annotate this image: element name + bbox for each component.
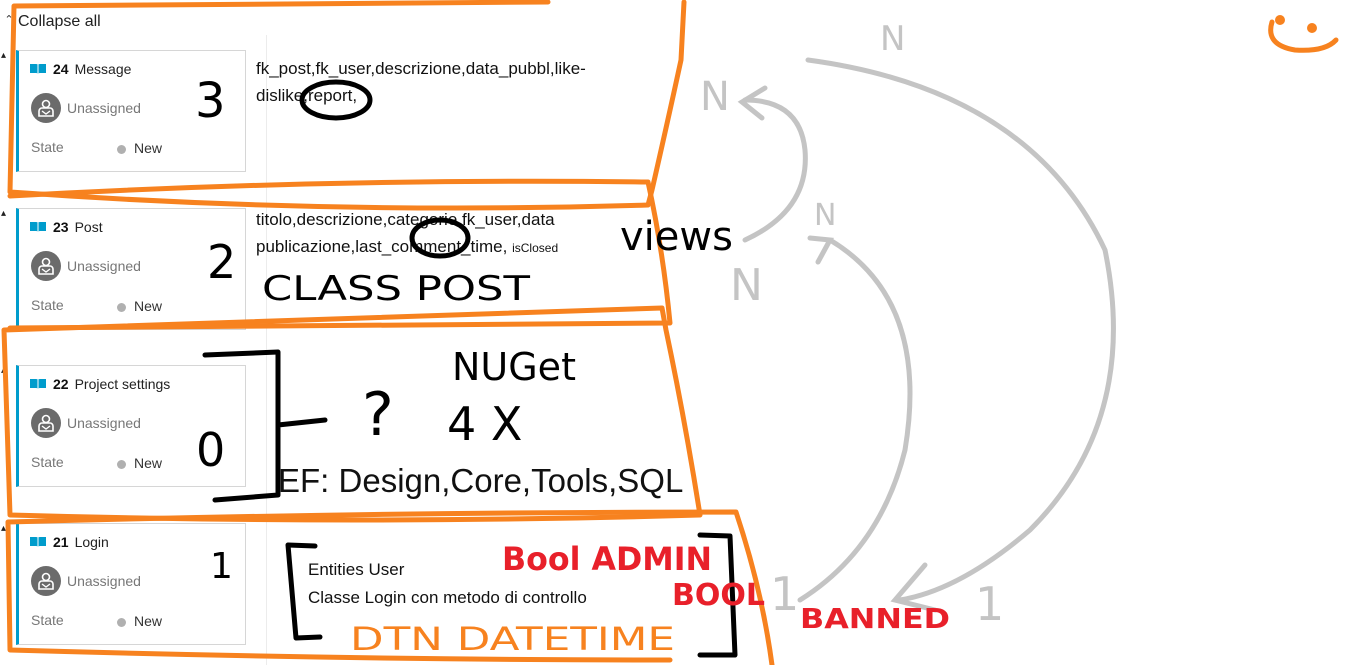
state-label: State <box>31 297 64 313</box>
card-id: 21 <box>53 534 69 550</box>
collapse-all-label: Collapse all <box>18 13 101 30</box>
gray-arrow-curve <box>797 237 913 603</box>
description-line: Entities User <box>308 560 405 579</box>
card-name: Project settings <box>74 376 171 392</box>
hand-gray-n: N <box>730 260 763 311</box>
card-title[interactable]: 24 Message <box>29 61 131 77</box>
hand-4x: 4 X <box>447 397 522 451</box>
column-divider <box>266 35 267 665</box>
state-label: State <box>31 454 64 470</box>
description-text: publicazione,last_comment_time, <box>256 237 508 256</box>
book-icon <box>30 222 46 233</box>
work-item-card[interactable]: 22 Project settings Unassigned State New <box>16 365 246 487</box>
hand-gray-n: N <box>880 19 905 59</box>
card-title[interactable]: 22 Project settings <box>29 376 170 392</box>
smiley-icon <box>1268 19 1339 53</box>
expand-caret-icon[interactable]: ▴ <box>1 523 6 534</box>
work-item-card[interactable]: 23 Post Unassigned State New <box>16 208 246 330</box>
ef-packages-text: EF: Design,Core,Tools,SQL <box>278 462 684 499</box>
state-value: New <box>134 613 163 629</box>
expand-caret-icon[interactable]: ▴ <box>1 365 6 376</box>
state-dot-icon <box>117 618 126 627</box>
hand-class-post: CLASS POST <box>262 269 530 309</box>
hand-nuget: NUGet <box>452 345 576 389</box>
collapse-caret-icon: ⌃ <box>4 13 14 26</box>
gray-arrow-head <box>737 85 768 121</box>
expand-caret-icon[interactable]: ▴ <box>1 50 6 61</box>
book-icon <box>30 537 46 548</box>
card-id: 23 <box>53 219 69 235</box>
card-name: Login <box>74 534 109 550</box>
avatar-icon <box>31 93 61 123</box>
card-id: 22 <box>53 376 69 392</box>
state-dot-icon <box>117 303 126 312</box>
assignee-label: Unassigned <box>67 258 141 274</box>
card-id: 24 <box>53 61 69 77</box>
expand-caret-icon[interactable]: ▴ <box>1 208 6 219</box>
description-line: Classe Login con metodo di controllo <box>308 588 587 607</box>
assignee-label: Unassigned <box>67 573 141 589</box>
avatar-icon <box>31 408 61 438</box>
hand-gray-1: 1 <box>975 577 1004 631</box>
hand-views: views <box>620 214 733 260</box>
collapse-all-button[interactable]: ⌃ Collapse all <box>2 10 101 34</box>
description-line: fk_post,fk_user,descrizione,data_pubbl,l… <box>256 59 586 78</box>
assignee[interactable]: Unassigned <box>31 93 141 123</box>
description-line: dislike,report, <box>256 86 358 105</box>
book-icon <box>30 64 46 75</box>
hand-question: ? <box>362 380 394 450</box>
smiley-eye-icon <box>1275 15 1285 25</box>
state-label: State <box>31 139 64 155</box>
book-icon <box>30 379 46 390</box>
hand-gray-n: N <box>700 74 730 120</box>
work-item-card[interactable]: 24 Message Unassigned State New <box>16 50 246 172</box>
avatar-icon <box>31 566 61 596</box>
hand-gray-n: N <box>814 198 836 233</box>
state-dot-icon <box>117 145 126 154</box>
card-title[interactable]: 21 Login <box>29 534 109 550</box>
assignee-label: Unassigned <box>67 100 141 116</box>
avatar-icon <box>31 251 61 281</box>
login-description: Entities User Classe Login con metodo di… <box>308 556 587 612</box>
description-line-2: publicazione,last_comment_time, isClosed <box>256 233 558 262</box>
smiley-eye-icon <box>1307 23 1317 33</box>
state-value: New <box>134 298 163 314</box>
gray-arrow-curve <box>805 57 1116 603</box>
is-closed-text: isClosed <box>512 241 559 255</box>
hand-dtn-datetime: DTN DATETIME <box>350 620 675 658</box>
hand-bool: BOOL <box>672 578 765 613</box>
gray-arrow-curve <box>742 97 808 243</box>
card-name: Post <box>74 219 103 235</box>
card-name: Message <box>74 61 132 77</box>
hand-gray-1: 1 <box>770 567 799 621</box>
gray-arrow-head <box>890 562 938 613</box>
assignee-label: Unassigned <box>67 415 141 431</box>
assignee[interactable]: Unassigned <box>31 408 141 438</box>
gray-arrow-head <box>807 235 834 265</box>
description-line: titolo,descrizione,categorie,fk_user,dat… <box>256 210 555 229</box>
state-value: New <box>134 140 163 156</box>
message-description: fk_post,fk_user,descrizione,data_pubbl,l… <box>256 55 586 109</box>
state-label: State <box>31 612 64 628</box>
hand-banned: BANNED <box>800 602 950 635</box>
assignee[interactable]: Unassigned <box>31 566 141 596</box>
work-item-card[interactable]: 21 Login Unassigned State New <box>16 523 246 645</box>
state-value: New <box>134 455 163 471</box>
assignee[interactable]: Unassigned <box>31 251 141 281</box>
post-description: titolo,descrizione,categorie,fk_user,dat… <box>256 206 558 262</box>
state-dot-icon <box>117 460 126 469</box>
card-title[interactable]: 23 Post <box>29 219 103 235</box>
